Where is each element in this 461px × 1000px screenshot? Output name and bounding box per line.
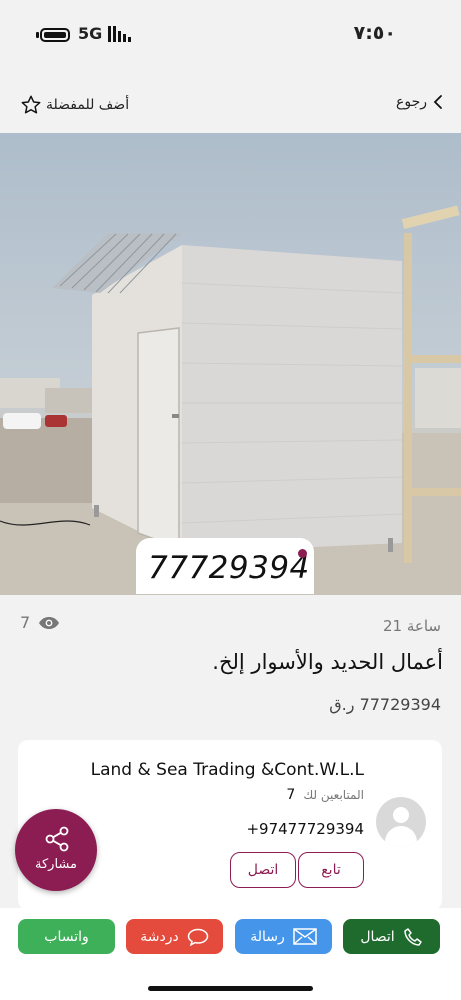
signal-icon xyxy=(108,26,132,42)
back-label: رجوع xyxy=(395,94,427,110)
bottom-action-bar: واتساب دردشة رسالة اتصال xyxy=(0,908,461,1000)
phone-icon xyxy=(403,927,422,946)
photo-illustration xyxy=(0,205,461,595)
chat-label: دردشة xyxy=(140,928,179,945)
envelope-icon xyxy=(293,928,317,945)
chat-bubble-icon xyxy=(187,928,208,946)
home-indicator xyxy=(148,986,313,991)
followers-row: المتابعين لك 7 xyxy=(286,787,364,803)
listing-title: أعمال الحديد والأسوار إلخ. xyxy=(212,650,443,674)
whatsapp-button[interactable]: واتساب xyxy=(18,919,115,954)
share-button[interactable]: مشاركة xyxy=(15,809,97,891)
message-label: رسالة xyxy=(250,928,285,945)
network-type: 5G xyxy=(78,24,103,43)
call-seller-button[interactable]: اتصل xyxy=(230,852,296,888)
add-favorite-button[interactable]: أضف للمفضلة xyxy=(20,94,129,116)
message-button[interactable]: رسالة xyxy=(235,919,332,954)
battery-cap xyxy=(36,32,39,38)
top-nav: أضف للمفضلة رجوع xyxy=(0,88,461,124)
star-icon xyxy=(21,95,41,114)
brand-dot xyxy=(298,549,307,558)
call-label: اتصال xyxy=(360,928,395,945)
photo-phone-number: 77729394 xyxy=(148,550,310,586)
share-icon xyxy=(45,826,69,852)
listing-age: 21 ساعة xyxy=(383,617,441,635)
back-button[interactable]: رجوع xyxy=(396,94,443,110)
avatar-head xyxy=(393,807,409,823)
views-count: 7 xyxy=(20,613,60,632)
add-favorite-label: أضف للمفضلة xyxy=(46,97,130,113)
chat-button[interactable]: دردشة xyxy=(126,919,223,954)
battery-icon xyxy=(40,28,70,42)
status-bar: 5G ٧:٥٠ xyxy=(0,0,461,70)
clock: ٧:٥٠ xyxy=(353,22,396,44)
followers-label: المتابعين لك xyxy=(303,788,364,802)
whatsapp-label: واتساب xyxy=(44,928,89,945)
avatar[interactable] xyxy=(376,797,426,847)
share-label: مشاركة xyxy=(35,857,77,872)
views-value: 7 xyxy=(20,613,31,632)
seller-name[interactable]: Land & Sea Trading &Cont.W.L.L xyxy=(91,760,364,780)
seller-phone[interactable]: +97477729394 xyxy=(246,820,364,838)
followers-count: 7 xyxy=(286,787,296,803)
photo-phone-tag: 77729394 xyxy=(136,538,314,594)
chevron-left-icon xyxy=(433,95,442,109)
call-button[interactable]: اتصال xyxy=(343,919,440,954)
follow-button[interactable]: تابع xyxy=(298,852,364,888)
avatar-body xyxy=(385,826,417,847)
listing-price: 77729394 ر.ق xyxy=(329,695,441,714)
eye-icon xyxy=(39,616,60,629)
listing-photo[interactable] xyxy=(0,133,461,595)
